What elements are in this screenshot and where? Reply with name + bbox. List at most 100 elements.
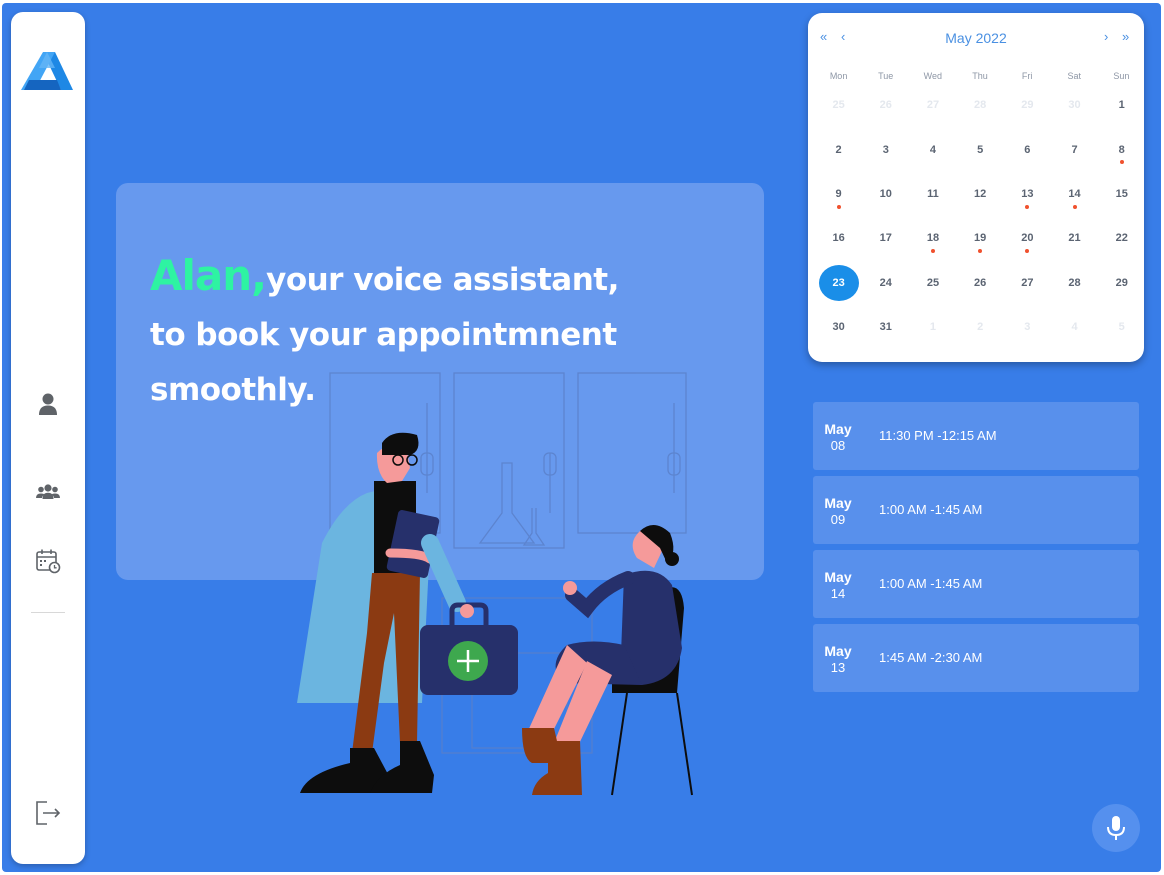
calendar-day[interactable]: 30 [815, 305, 862, 349]
calendar-day[interactable]: 28 [1051, 261, 1098, 305]
calendar-day[interactable]: 5 [1098, 305, 1145, 349]
calendar-day[interactable]: 21 [1051, 216, 1098, 260]
calendar-day-number: 15 [1115, 187, 1128, 200]
calendar-day-number: 3 [882, 143, 889, 156]
calendar-day[interactable]: 19 [957, 216, 1004, 260]
calendar-widget: May 2022 « ‹ › » Mon Tue Wed Thu Fri Sat… [808, 13, 1144, 362]
calendar-day-selected[interactable]: 23 [815, 261, 862, 305]
calendar-day[interactable]: 15 [1098, 172, 1145, 216]
calendar-day[interactable]: 29 [1004, 83, 1051, 127]
calendar-day-number: 10 [879, 187, 892, 200]
calendar-day[interactable]: 28 [957, 83, 1004, 127]
calendar-day-number: 27 [1021, 276, 1034, 289]
next-month-button[interactable]: › [1104, 29, 1108, 44]
weekday-label: Tue [878, 71, 894, 81]
appointment-item[interactable]: May 13 1:45 AM -2:30 AM [813, 624, 1139, 692]
calendar-day-number: 28 [974, 99, 987, 112]
weekday-label: Sat [1067, 71, 1082, 81]
calendar-day[interactable]: 4 [1051, 305, 1098, 349]
calendar-day[interactable]: 18 [909, 216, 956, 260]
calendar-day[interactable]: 26 [862, 83, 909, 127]
hero-line-2: to book your appointmnent [150, 317, 617, 353]
calendar-day[interactable]: 2 [815, 127, 862, 171]
weekday-label: Sun [1113, 71, 1130, 81]
calendar-day[interactable]: 22 [1098, 216, 1145, 260]
calendar-day-number: 30 [832, 321, 845, 334]
calendar-day-number: 23 [832, 276, 845, 289]
calendar-clock-icon[interactable] [34, 547, 62, 575]
appointment-month: May [824, 495, 852, 511]
appointment-day: 08 [830, 438, 846, 453]
calendar-day[interactable]: 7 [1051, 127, 1098, 171]
sidebar [11, 12, 85, 864]
calendar-day[interactable]: 1 [909, 305, 956, 349]
calendar-day-number: 5 [977, 143, 984, 156]
appointment-item[interactable]: May 09 1:00 AM -1:45 AM [813, 476, 1139, 544]
calendar-day[interactable]: 14 [1051, 172, 1098, 216]
calendar-day-number: 1 [929, 321, 937, 334]
calendar-day[interactable]: 16 [815, 216, 862, 260]
calendar-day[interactable]: 8 [1098, 127, 1145, 171]
calendar-day[interactable]: 9 [815, 172, 862, 216]
calendar-day[interactable]: 27 [1004, 261, 1051, 305]
event-dot [1025, 249, 1030, 254]
calendar-day-number: 4 [929, 143, 937, 156]
calendar-day[interactable]: 1 [1098, 83, 1145, 127]
calendar-day-number: 5 [1118, 321, 1125, 334]
weekday-header: Mon Tue Wed Thu Fri Sat Sun [815, 71, 1145, 81]
calendar-day[interactable]: 3 [1004, 305, 1051, 349]
calendar-day[interactable]: 30 [1051, 83, 1098, 127]
calendar-day[interactable]: 2 [957, 305, 1004, 349]
users-icon[interactable] [34, 478, 62, 506]
weekday-label: Mon [829, 71, 848, 81]
calendar-day[interactable]: 6 [1004, 127, 1051, 171]
prev-year-button[interactable]: « [820, 29, 827, 44]
appointment-month: May [824, 569, 852, 585]
appointment-time: 1:45 AM -2:30 AM [879, 650, 983, 665]
appointment-item[interactable]: May 08 11:30 PM -12:15 AM [813, 402, 1139, 470]
appointment-item[interactable]: May 14 1:00 AM -1:45 AM [813, 550, 1139, 618]
microphone-icon [1107, 816, 1125, 840]
calendar-day[interactable]: 20 [1004, 216, 1051, 260]
sidebar-divider [31, 612, 65, 613]
calendar-day-number: 1 [1118, 99, 1125, 112]
calendar-day-number: 27 [926, 99, 940, 112]
calendar-day[interactable]: 17 [862, 216, 909, 260]
calendar-day-number: 7 [1071, 143, 1078, 156]
calendar-day[interactable]: 31 [862, 305, 909, 349]
calendar-day[interactable]: 4 [909, 127, 956, 171]
calendar-day[interactable]: 13 [1004, 172, 1051, 216]
calendar-day[interactable]: 5 [957, 127, 1004, 171]
calendar-day-number: 18 [926, 232, 940, 245]
calendar-day[interactable]: 3 [862, 127, 909, 171]
calendar-day-number: 2 [835, 143, 842, 156]
calendar-day[interactable]: 24 [862, 261, 909, 305]
voice-assistant-button[interactable] [1092, 804, 1140, 852]
calendar-day-number: 3 [1024, 321, 1031, 334]
logout-icon[interactable] [34, 799, 62, 827]
calendar-day[interactable]: 25 [815, 83, 862, 127]
calendar-title[interactable]: May 2022 [808, 30, 1144, 46]
calendar-day-number: 8 [1118, 143, 1125, 156]
prev-month-button[interactable]: ‹ [841, 29, 845, 44]
calendar-day[interactable]: 10 [862, 172, 909, 216]
calendar-day-number: 26 [879, 99, 892, 112]
calendar-day-number: 25 [926, 276, 940, 289]
calendar-header: May 2022 « ‹ › » [808, 29, 1144, 49]
calendar-day-number: 24 [879, 276, 892, 289]
calendar-day[interactable]: 27 [909, 83, 956, 127]
hero-line-1: your voice assistant, [266, 262, 619, 298]
event-dot [836, 204, 841, 209]
calendar-day-number: 11 [927, 187, 939, 200]
calendar-day[interactable]: 26 [957, 261, 1004, 305]
alan-logo[interactable] [21, 52, 73, 92]
calendar-day[interactable]: 29 [1098, 261, 1145, 305]
calendar-day-number: 29 [1115, 276, 1128, 289]
calendar-day-number: 4 [1071, 321, 1078, 334]
calendar-day[interactable]: 11 [909, 172, 956, 216]
next-year-button[interactable]: » [1122, 29, 1129, 44]
hero-headline: Alan,your voice assistant, to book your … [150, 248, 710, 418]
calendar-day[interactable]: 25 [909, 261, 956, 305]
calendar-day[interactable]: 12 [957, 172, 1004, 216]
user-icon[interactable] [34, 390, 62, 418]
